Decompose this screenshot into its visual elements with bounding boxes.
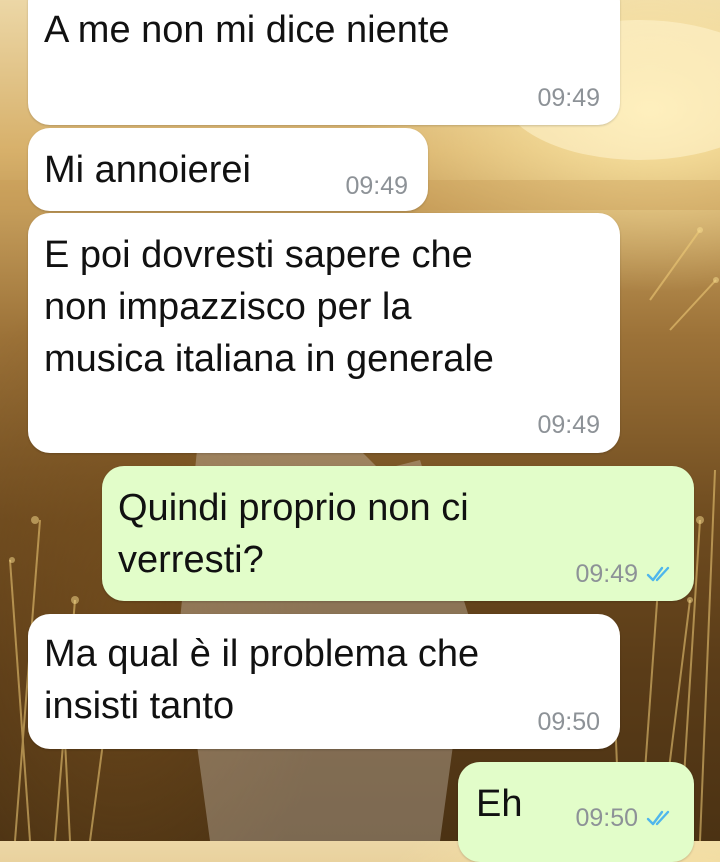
message-timestamp: 09:50 (575, 804, 638, 832)
message-text-line: verresti? (118, 539, 264, 581)
message-text-line: Ma qual è il problema che (44, 633, 480, 675)
message-text: Mi annoierei (44, 149, 251, 191)
incoming-message-bubble[interactable]: Ma qual è il problema che insisti tanto … (28, 614, 620, 749)
incoming-message-bubble[interactable]: Mi annoierei 09:49 (28, 128, 428, 211)
incoming-message-bubble[interactable]: E poi dovresti sapere che non impazzisco… (28, 213, 620, 453)
incoming-message-bubble[interactable]: A me non mi dice niente 09:49 (28, 0, 620, 125)
message-text: Eh (476, 783, 523, 825)
message-text-line: insisti tanto (44, 685, 235, 727)
message-timestamp: 09:49 (537, 411, 600, 439)
double-check-icon (646, 566, 670, 582)
message-timestamp: 09:49 (345, 172, 408, 200)
double-check-icon (646, 810, 670, 826)
outgoing-message-bubble[interactable]: Quindi proprio non ci verresti? 09:49 (102, 466, 694, 601)
message-timestamp: 09:49 (537, 84, 600, 112)
message-text: A me non mi dice niente (44, 9, 450, 51)
message-timestamp: 09:49 (575, 560, 638, 588)
message-text-line: E poi dovresti sapere che (44, 234, 473, 276)
message-timestamp: 09:50 (537, 708, 600, 736)
message-text-line: Quindi proprio non ci (118, 487, 469, 529)
message-text-line: musica italiana in generale (44, 338, 494, 380)
message-text-line: non impazzisco per la (44, 286, 412, 328)
outgoing-message-bubble[interactable]: Eh 09:50 (458, 762, 694, 862)
